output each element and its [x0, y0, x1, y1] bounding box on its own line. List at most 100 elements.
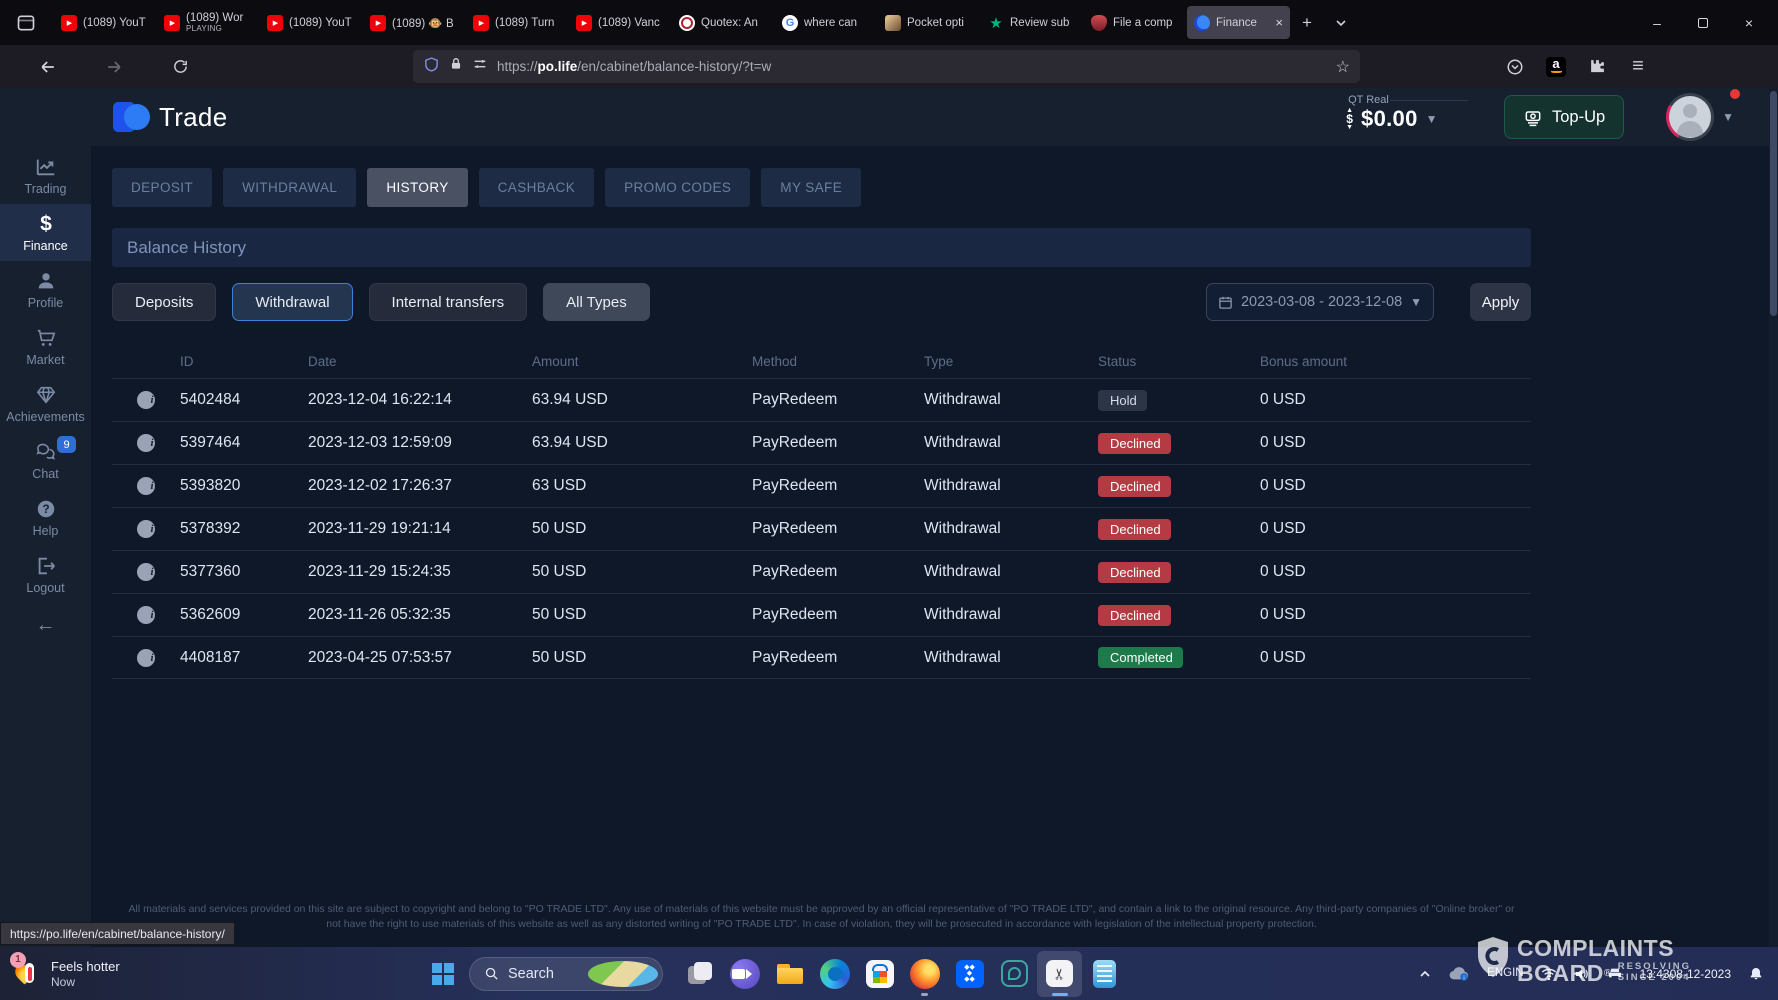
tab-withdrawal[interactable]: WITHDRAWAL	[223, 168, 356, 207]
tab-text: Pocket opti	[907, 17, 974, 29]
extensions-puzzle-icon[interactable]	[1584, 54, 1610, 80]
taskbar-app-store[interactable]	[857, 951, 902, 997]
sidebar-item-label: Chat	[32, 467, 58, 481]
tab-my-safe[interactable]: MY SAFE	[761, 168, 861, 207]
lock-icon[interactable]	[449, 56, 463, 77]
sidebar-item-trading[interactable]: Trading	[0, 147, 91, 204]
info-icon[interactable]: i	[137, 434, 155, 452]
window-close-button[interactable]: ×	[1726, 0, 1772, 45]
taskbar-app-notepad[interactable]	[1082, 951, 1127, 997]
browser-tab[interactable]: Quotex: An	[672, 6, 775, 39]
firefox-view-icon[interactable]	[8, 6, 44, 39]
tab-label: PROMO CODES	[624, 180, 731, 195]
sidebar-item-icon: $	[35, 212, 57, 236]
profile-menu[interactable]: ▼	[1666, 93, 1734, 141]
new-tab-button[interactable]: +	[1290, 6, 1324, 39]
wifi-icon[interactable]	[1541, 967, 1557, 981]
sidebar-item-help[interactable]: ? Help	[0, 489, 91, 546]
browser-tab[interactable]: Review sub	[981, 6, 1084, 39]
info-icon[interactable]: i	[137, 649, 155, 667]
tab-cashback[interactable]: CASHBACK	[479, 168, 594, 207]
sidebar-item-achievements[interactable]: Achievements	[0, 375, 91, 432]
browser-tab[interactable]: (1089) 🐵 B	[363, 6, 466, 39]
sidebar-item-label: Market	[26, 353, 64, 367]
list-tabs-icon[interactable]	[1324, 6, 1358, 39]
top-up-button[interactable]: Top-Up	[1504, 95, 1624, 139]
language-switcher[interactable]: ENG IN	[1487, 967, 1523, 980]
sidebar-item-market[interactable]: Market	[0, 318, 91, 375]
window-controls: – ×	[1634, 0, 1772, 45]
browser-tab[interactable]: Pocket opti	[878, 6, 981, 39]
browser-tab[interactable]: Finance ×	[1187, 6, 1290, 39]
window-minimize-button[interactable]: –	[1634, 0, 1680, 45]
site-header: Trade QT Real ▲$▼ $0.00 ▼ Top-Up ▼	[0, 88, 1778, 146]
browser-tab[interactable]: (1089) Vanc	[569, 6, 672, 39]
reload-button[interactable]	[162, 51, 198, 83]
sidebar-item-finance[interactable]: $ Finance	[0, 204, 91, 261]
pocket-icon[interactable]	[1502, 54, 1528, 80]
taskbar-clock[interactable]: 13:43 08-12-2023	[1640, 967, 1731, 981]
taskbar-app-edge[interactable]	[812, 951, 857, 997]
taskbar-search[interactable]: Search	[469, 957, 663, 991]
sidebar-item-chat[interactable]: 9 Chat	[0, 432, 91, 489]
browser-tab[interactable]: (1089) Wor PLAYING	[157, 6, 260, 39]
apply-button[interactable]: Apply	[1470, 283, 1531, 321]
info-icon[interactable]: i	[137, 520, 155, 538]
filter-all-types[interactable]: All Types	[543, 283, 650, 321]
back-button[interactable]	[30, 51, 66, 83]
info-icon[interactable]: i	[137, 477, 155, 495]
date-range-picker[interactable]: 2023-03-08 - 2023-12-08 ▼	[1206, 283, 1434, 321]
printer-icon[interactable]	[1607, 967, 1623, 981]
taskbar-app-snipping-tool[interactable]	[1037, 951, 1082, 997]
browser-tab[interactable]: (1089) Turn	[466, 6, 569, 39]
volume-icon[interactable]	[1574, 967, 1590, 981]
scrollbar-thumb[interactable]	[1770, 91, 1777, 316]
taskbar-app-task-view[interactable]	[677, 951, 722, 997]
taskbar-app-firefox[interactable]	[902, 951, 947, 997]
browser-tab[interactable]: where can	[775, 6, 878, 39]
search-placeholder: Search	[508, 966, 579, 982]
forward-button[interactable]	[96, 51, 132, 83]
notification-bell-icon[interactable]	[1748, 966, 1764, 982]
start-button[interactable]	[425, 956, 461, 992]
tab-deposit[interactable]: DEPOSIT	[112, 168, 212, 207]
filter-internal-transfers[interactable]: Internal transfers	[369, 283, 528, 321]
weather-widget[interactable]: 1 Feels hotter Now	[0, 958, 200, 990]
tab-promo-codes[interactable]: PROMO CODES	[605, 168, 750, 207]
po-trade-logo[interactable]	[113, 99, 149, 135]
onedrive-icon[interactable]: i	[1448, 966, 1470, 981]
taskbar-app-pocket-app[interactable]	[992, 951, 1037, 997]
browser-tab[interactable]: (1089) YouT	[260, 6, 363, 39]
amazon-extension-icon[interactable]: a	[1543, 54, 1569, 80]
tray-chevron-icon[interactable]	[1419, 970, 1431, 978]
search-highlight-image[interactable]	[588, 961, 659, 987]
taskbar-app-chat[interactable]	[722, 951, 767, 997]
sidebar-item-profile[interactable]: Profile	[0, 261, 91, 318]
browser-tab[interactable]: (1089) YouT	[54, 6, 157, 39]
taskbar-app-file-explorer[interactable]	[767, 951, 812, 997]
filter-withdrawal[interactable]: Withdrawal	[232, 283, 352, 321]
info-icon[interactable]: i	[137, 606, 155, 624]
date-caret-icon: ▼	[1410, 295, 1422, 309]
url-bar[interactable]: https://po.life/en/cabinet/balance-histo…	[413, 50, 1360, 83]
tracking-protection-shield-icon[interactable]	[423, 56, 440, 78]
collapse-sidebar-button[interactable]: ←	[0, 603, 91, 647]
window-maximize-button[interactable]	[1680, 0, 1726, 45]
info-icon[interactable]: i	[137, 391, 155, 409]
filter-deposits[interactable]: Deposits	[112, 283, 216, 321]
info-icon[interactable]: i	[137, 563, 155, 581]
browser-tab[interactable]: File a comp	[1084, 6, 1187, 39]
avatar[interactable]	[1666, 93, 1714, 141]
cell-amount: 50 USD	[520, 606, 740, 624]
hamburger-menu-icon[interactable]: ≡	[1625, 54, 1651, 80]
account-balance-dropdown[interactable]: QT Real ▲$▼ $0.00 ▼	[1346, 94, 1466, 140]
sidebar-item-logout[interactable]: Logout	[0, 546, 91, 603]
url-text[interactable]: https://po.life/en/cabinet/balance-histo…	[497, 59, 1327, 74]
bookmark-star-icon[interactable]: ☆	[1336, 57, 1350, 77]
tab-close-icon[interactable]: ×	[1275, 15, 1283, 30]
permissions-icon[interactable]	[472, 56, 488, 77]
tab-history[interactable]: HISTORY	[367, 168, 467, 207]
taskbar-app-dropbox[interactable]	[947, 951, 992, 997]
column-header-status: Status	[1086, 354, 1248, 369]
profile-caret-icon: ▼	[1722, 110, 1734, 124]
